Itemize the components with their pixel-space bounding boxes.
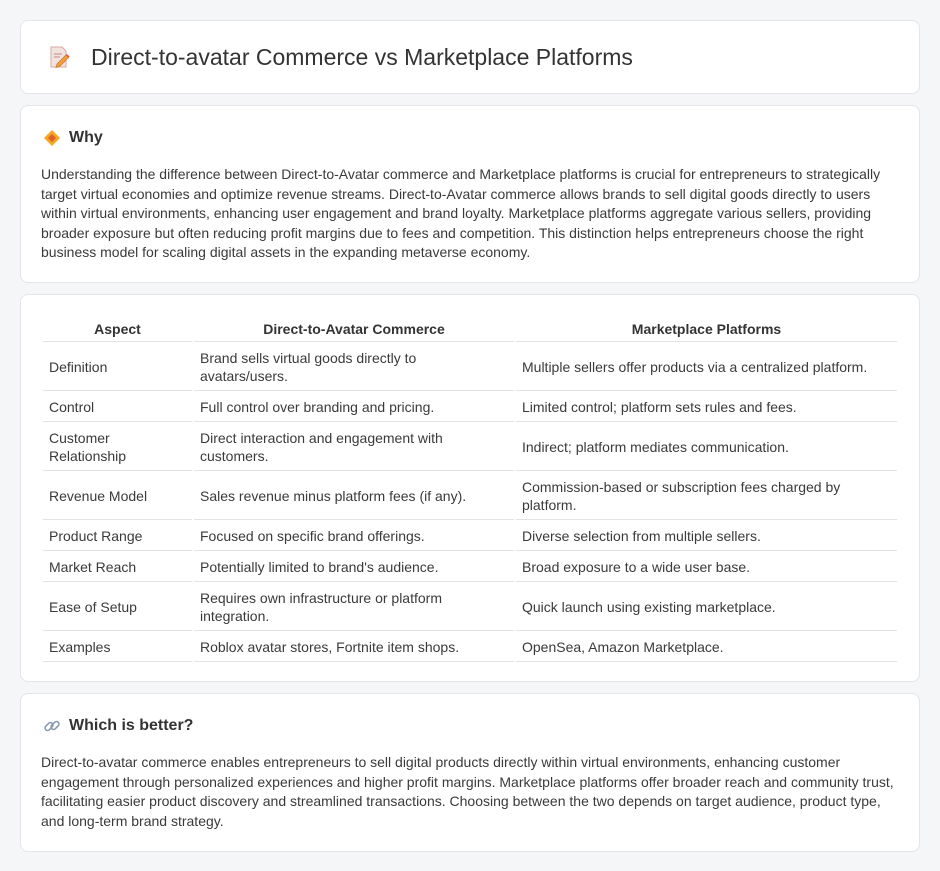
which-better-section: Which is better? Direct-to-avatar commer… [20, 693, 920, 852]
which-better-text: Direct-to-avatar commerce enables entrep… [41, 754, 894, 829]
marketplace-cell: Quick launch using existing marketplace. [516, 584, 897, 631]
direct-cell: Potentially limited to brand's audience. [194, 553, 514, 582]
aspect-cell: Revenue Model [43, 473, 192, 520]
aspect-cell: Definition [43, 344, 192, 391]
header-marketplace: Marketplace Platforms [516, 317, 897, 342]
aspect-cell: Customer Relationship [43, 424, 192, 471]
table-row: Definition Brand sells virtual goods dir… [43, 344, 897, 391]
marketplace-cell: Commission-based or subscription fees ch… [516, 473, 897, 520]
aspect-cell: Market Reach [43, 553, 192, 582]
table-row: Examples Roblox avatar stores, Fortnite … [43, 633, 897, 662]
marketplace-cell: Limited control; platform sets rules and… [516, 393, 897, 422]
marketplace-cell: Diverse selection from multiple sellers. [516, 522, 897, 551]
direct-cell: Focused on specific brand offerings. [194, 522, 514, 551]
page-title: Direct-to-avatar Commerce vs Marketplace… [91, 43, 633, 70]
why-title: Why [69, 129, 103, 146]
table-row: Ease of Setup Requires own infrastructur… [43, 584, 897, 631]
direct-cell: Sales revenue minus platform fees (if an… [194, 473, 514, 520]
header-card: Direct-to-avatar Commerce vs Marketplace… [20, 20, 920, 94]
marketplace-cell: Multiple sellers offer products via a ce… [516, 344, 897, 391]
marketplace-cell: Broad exposure to a wide user base. [516, 553, 897, 582]
aspect-cell: Control [43, 393, 192, 422]
header-direct-to-avatar: Direct-to-Avatar Commerce [194, 317, 514, 342]
direct-cell: Full control over branding and pricing. [194, 393, 514, 422]
direct-cell: Direct interaction and engagement with c… [194, 424, 514, 471]
diamond-icon [43, 129, 61, 147]
table-row: Product Range Focused on specific brand … [43, 522, 897, 551]
header-aspect: Aspect [43, 317, 192, 342]
table-row: Market Reach Potentially limited to bran… [43, 553, 897, 582]
marketplace-cell: Indirect; platform mediates communicatio… [516, 424, 897, 471]
direct-cell: Roblox avatar stores, Fortnite item shop… [194, 633, 514, 662]
table-header-row: Aspect Direct-to-Avatar Commerce Marketp… [43, 317, 897, 342]
aspect-cell: Examples [43, 633, 192, 662]
link-icon [43, 717, 61, 735]
aspect-cell: Product Range [43, 522, 192, 551]
comparison-card: Aspect Direct-to-Avatar Commerce Marketp… [20, 294, 920, 682]
which-better-title: Which is better? [69, 717, 194, 734]
table-row: Control Full control over branding and p… [43, 393, 897, 422]
table-row: Revenue Model Sales revenue minus platfo… [43, 473, 897, 520]
marketplace-cell: OpenSea, Amazon Marketplace. [516, 633, 897, 662]
why-text: Understanding the difference between Dir… [41, 166, 881, 261]
aspect-cell: Ease of Setup [43, 584, 192, 631]
document-pencil-icon [47, 45, 71, 69]
comparison-table: Aspect Direct-to-Avatar Commerce Marketp… [41, 315, 899, 664]
direct-cell: Requires own infrastructure or platform … [194, 584, 514, 631]
direct-cell: Brand sells virtual goods directly to av… [194, 344, 514, 391]
why-section: Why Understanding the difference between… [20, 105, 920, 283]
table-row: Customer Relationship Direct interaction… [43, 424, 897, 471]
